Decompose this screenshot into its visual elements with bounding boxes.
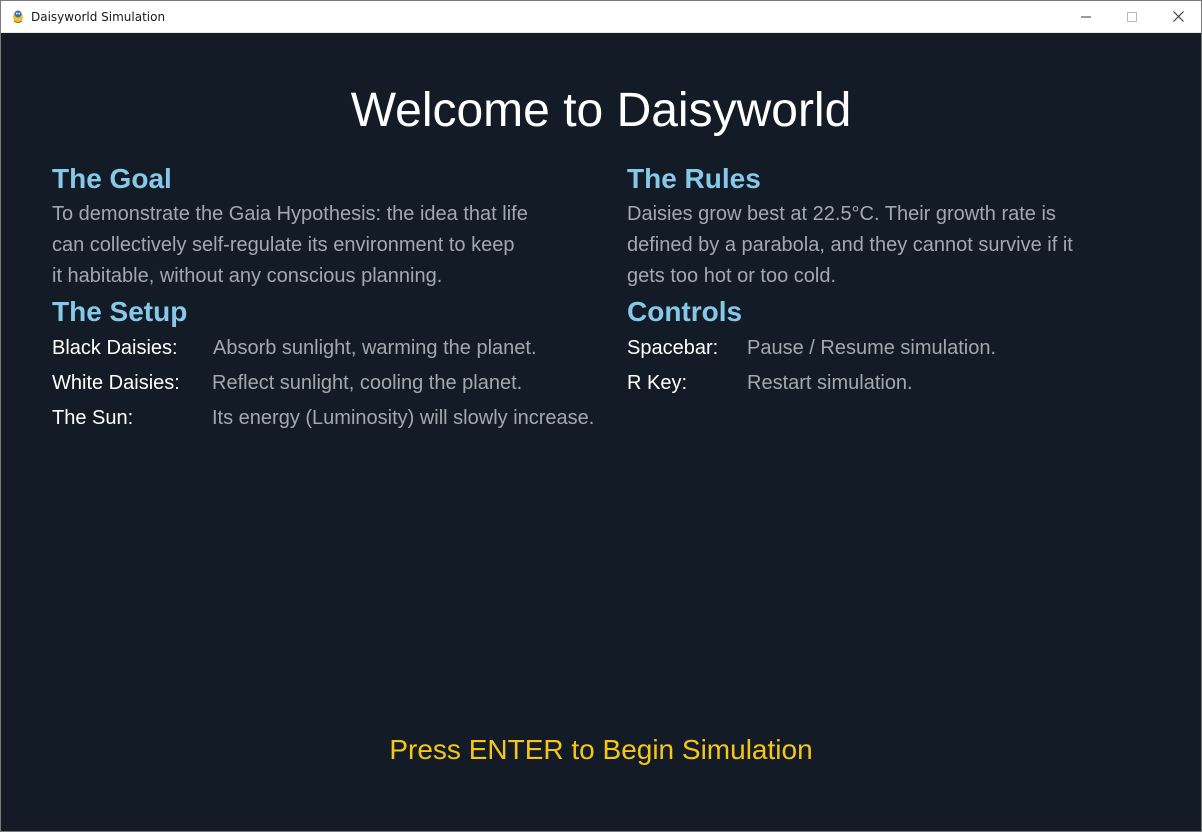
setup-label-black-daisies: Black Daisies: (52, 337, 178, 359)
rules-title: The Rules (627, 163, 761, 194)
setup-value-white-daisies: Reflect sunlight, cooling the planet. (212, 372, 523, 394)
minimize-button[interactable] (1063, 1, 1109, 32)
controls-label-spacebar: Spacebar: (627, 337, 719, 359)
goal-line: can collectively self-regulate its envir… (52, 234, 515, 256)
welcome-heading: Welcome to Daisyworld (350, 84, 852, 137)
controls-value-spacebar: Pause / Resume simulation. (747, 337, 997, 359)
setup-title: The Setup (52, 296, 188, 327)
welcome-screen: Welcome to Daisyworld The Goal To demons… (1, 33, 1201, 831)
goal-title: The Goal (52, 163, 172, 194)
setup-value-black-daisies: Absorb sunlight, warming the planet. (213, 337, 537, 359)
maximize-icon (1127, 11, 1137, 22)
start-prompt: Press ENTER to Begin Simulation (389, 734, 813, 765)
setup-label-sun: The Sun: (52, 407, 134, 429)
window-title: Daisyworld Simulation (31, 10, 166, 24)
minimize-icon (1081, 16, 1091, 17)
title-bar[interactable]: Daisyworld Simulation (1, 1, 1201, 33)
setup-value-sun: Its energy (Luminosity) will slowly incr… (212, 407, 595, 429)
controls-label-r-key: R Key: (627, 372, 688, 394)
goal-line: To demonstrate the Gaia Hypothesis: the … (52, 203, 528, 225)
close-button[interactable] (1155, 1, 1201, 32)
close-icon (1172, 11, 1184, 22)
app-window: Daisyworld Simulation Welcome to Daisywo… (0, 0, 1202, 832)
rules-line: gets too hot or too cold. (627, 265, 837, 287)
goal-line: it habitable, without any conscious plan… (52, 265, 443, 287)
rules-line: Daisies grow best at 22.5°C. Their growt… (627, 203, 1056, 225)
rules-line: defined by a parabola, and they cannot s… (627, 234, 1073, 256)
controls-title: Controls (627, 296, 743, 327)
maximize-button[interactable] (1109, 1, 1155, 32)
setup-label-white-daisies: White Daisies: (52, 372, 180, 394)
controls-value-r-key: Restart simulation. (747, 372, 913, 394)
pygame-snake-icon (13, 10, 23, 23)
